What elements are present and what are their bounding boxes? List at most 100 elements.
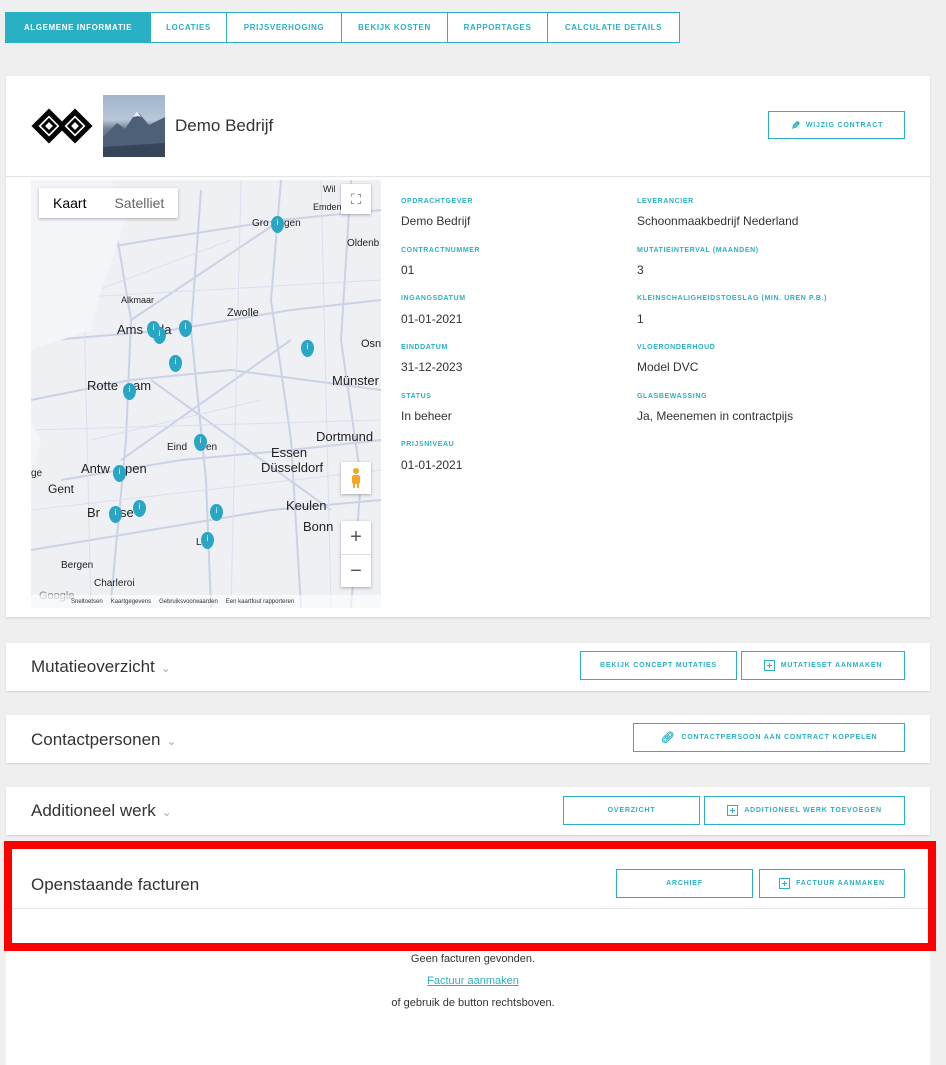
map-label-wil: Wil [323, 184, 336, 194]
map-label-groningen-b: gen [284, 218, 301, 229]
map-label-bonn: Bonn [303, 519, 334, 534]
fullscreen-icon[interactable]: ⛶ [341, 184, 371, 214]
edit-contract-label: WIJZIG CONTRACT [805, 121, 884, 129]
map-footer-report[interactable]: Een kaartfout rapporteren [226, 599, 294, 605]
company-name: Demo Bedrijf [175, 116, 274, 135]
vloeronderhoud-label: VLOERONDERHOUD [637, 344, 716, 351]
map-footer-terms[interactable]: Gebruiksvoorwaarden [159, 599, 218, 605]
opdrachtgever-value: Demo Bedrijf [401, 214, 471, 228]
highlight-box [4, 841, 936, 951]
map-footer: Sneltoetsen Kaartgegevens Gebruiksvoorwa… [31, 595, 381, 608]
tab-locaties[interactable]: LOCATIES [150, 12, 227, 43]
opdrachtgever-label: OPDRACHTGEVER [401, 198, 473, 205]
mutatieset-aanmaken-label: MUTATIESET AANMAKEN [780, 662, 883, 669]
map-label-osnabruck: Osn [361, 338, 381, 350]
contractnummer-value: 01 [401, 263, 415, 277]
additioneel-werk-title[interactable]: Additioneel werk ⌄ [31, 801, 172, 821]
zoom-out-button[interactable]: − [341, 554, 371, 588]
map-label-rotterdam-a: Rotte [87, 378, 119, 393]
plus-box-icon [763, 660, 775, 671]
map-label-oldenburg: Oldenb [347, 238, 380, 249]
tab-bekijk-kosten[interactable]: BEKIJK KOSTEN [341, 12, 448, 43]
map-label-munster: Münster [332, 373, 379, 388]
map-toggle-satelliet[interactable]: Satelliet [100, 188, 178, 218]
additioneel-werk-title-text: Additioneel werk [31, 801, 156, 820]
contract-info-card: Demo Bedrijf ✎ WIJZIG CONTRACT Kaart Sat… [6, 76, 930, 617]
glasbewassing-value: Ja, Meenemen in contractpijs [637, 409, 794, 423]
tab-bar: ALGEMENE INFORMATIE LOCATIES PRIJSVERHOG… [5, 12, 680, 43]
kleinschaligheidstoeslag-value: 1 [637, 312, 644, 326]
map-label-antwerpen-b: pen [125, 461, 147, 476]
contactpersonen-title-text: Contactpersonen [31, 730, 161, 749]
map-label-bergen: Bergen [61, 560, 94, 571]
overzicht-button[interactable]: OVERZICHT [563, 796, 700, 825]
chevron-down-icon: ⌄ [161, 805, 172, 819]
map-label-keulen: Keulen [286, 498, 327, 513]
leverancier-value: Schoonmaakbedrijf Nederland [637, 214, 799, 228]
map-label-essen: Essen [271, 445, 308, 460]
bekijk-concept-mutaties-button[interactable]: BEKIJK CONCEPT MUTATIES [580, 651, 737, 680]
contactpersoon-koppelen-label: CONTACTPERSOON AAN CONTRACT KOPPELEN [681, 734, 878, 741]
map-label-eindhoven-a: Eind [167, 442, 188, 453]
map-label-ge: ge [31, 468, 43, 479]
plus-box-icon [727, 805, 739, 816]
header-divider [6, 176, 930, 177]
tab-calculatie-details[interactable]: CALCULATIE DETAILS [547, 12, 680, 43]
glasbewassing-label: GLASBEWASSING [637, 393, 708, 400]
einddatum-label: EINDDATUM [401, 344, 448, 351]
map-label-antwerpen-a: Antw [81, 461, 110, 476]
tab-rapportages[interactable]: RAPPORTAGES [447, 12, 548, 43]
mutatieinterval-label: MUTATIEINTERVAL (MAANDEN) [637, 247, 759, 254]
map-label-emden: Emden [313, 202, 342, 212]
map-label-gent: Gent [48, 482, 75, 496]
vloeronderhoud-value: Model DVC [637, 360, 699, 374]
street-view-icon[interactable] [341, 462, 371, 494]
mutatieset-aanmaken-button[interactable]: MUTATIESET AANMAKEN [741, 651, 905, 680]
chevron-down-icon: ⌄ [166, 734, 177, 748]
company-logo [31, 95, 93, 157]
link-icon: 🔗︎ [660, 732, 676, 744]
no-invoices-text: Geen facturen gevonden. [410, 953, 536, 965]
leverancier-label: LEVERANCIER [637, 198, 694, 205]
mutatieoverzicht-title[interactable]: Mutatieoverzicht ⌄ [31, 657, 171, 677]
mutatieoverzicht-title-text: Mutatieoverzicht [31, 657, 155, 676]
map-label-alkmaar: Alkmaar [121, 295, 155, 305]
ingangsdatum-value: 01-01-2021 [401, 312, 463, 326]
tab-prijsverhoging[interactable]: PRIJSVERHOGING [226, 12, 342, 43]
map-footer-data[interactable]: Kaartgegevens [111, 599, 151, 605]
additioneel-werk-toevoegen-label: ADDITIONEEL WERK TOEVOEGEN [744, 807, 882, 814]
additioneel-werk-section: Additioneel werk ⌄ OVERZICHT ADDITIONEEL … [6, 787, 930, 835]
kleinschaligheidstoeslag-label: KLEINSCHALIGHEIDSTOESLAG (MIN. UREN P.B.… [637, 295, 828, 302]
company-photo [103, 95, 165, 157]
ingangsdatum-label: INGANGSDATUM [401, 295, 466, 302]
create-invoice-link[interactable]: Factuur aanmaken [427, 975, 519, 987]
zoom-in-button[interactable]: + [341, 521, 371, 554]
status-value: In beheer [401, 409, 452, 423]
zoom-controls: + − [341, 521, 371, 587]
map-label-brussel-a: Br [87, 505, 100, 520]
chevron-down-icon: ⌄ [160, 661, 171, 675]
contractnummer-label: CONTRACTNUMMER [401, 247, 481, 254]
contactpersonen-title[interactable]: Contactpersonen ⌄ [31, 730, 177, 750]
map-footer-shortcuts[interactable]: Sneltoetsen [71, 599, 103, 605]
map-label-brussel-b: se [120, 505, 134, 520]
einddatum-value: 31-12-2023 [401, 360, 463, 374]
map-label-zwolle: Zwolle [227, 307, 259, 319]
prijsniveau-value: 01-01-2021 [401, 458, 463, 472]
map-type-toggle: Kaart Satelliet [39, 188, 179, 218]
contactpersoon-koppelen-button[interactable]: 🔗︎ CONTACTPERSOON AAN CONTRACT KOPPELEN [633, 723, 905, 752]
mutatieoverzicht-section: Mutatieoverzicht ⌄ BEKIJK CONCEPT MUTATIE… [6, 643, 930, 691]
map-label-dortmund: Dortmund [316, 429, 374, 444]
bekijk-concept-mutaties-label: BEKIJK CONCEPT MUTATIES [600, 662, 717, 669]
no-invoices-link-row: Factuur aanmaken [0, 975, 946, 987]
tab-algemene-informatie[interactable]: ALGEMENE INFORMATIE [5, 12, 151, 43]
map-label-dusseldorf: Düsseldorf [261, 460, 324, 475]
overzicht-label: OVERZICHT [607, 807, 656, 814]
map-toggle-kaart[interactable]: Kaart [39, 188, 100, 218]
status-label: STATUS [401, 393, 432, 400]
locations-map[interactable]: Kaart Satelliet ⛶ Wil Emden Gro gen Olde… [31, 180, 381, 608]
map-label-groningen-a: Gro [252, 218, 269, 229]
edit-contract-button[interactable]: ✎ WIJZIG CONTRACT [768, 111, 905, 139]
map-label-charleroi: Charleroi [94, 578, 135, 589]
additioneel-werk-toevoegen-button[interactable]: ADDITIONEEL WERK TOEVOEGEN [704, 796, 905, 825]
